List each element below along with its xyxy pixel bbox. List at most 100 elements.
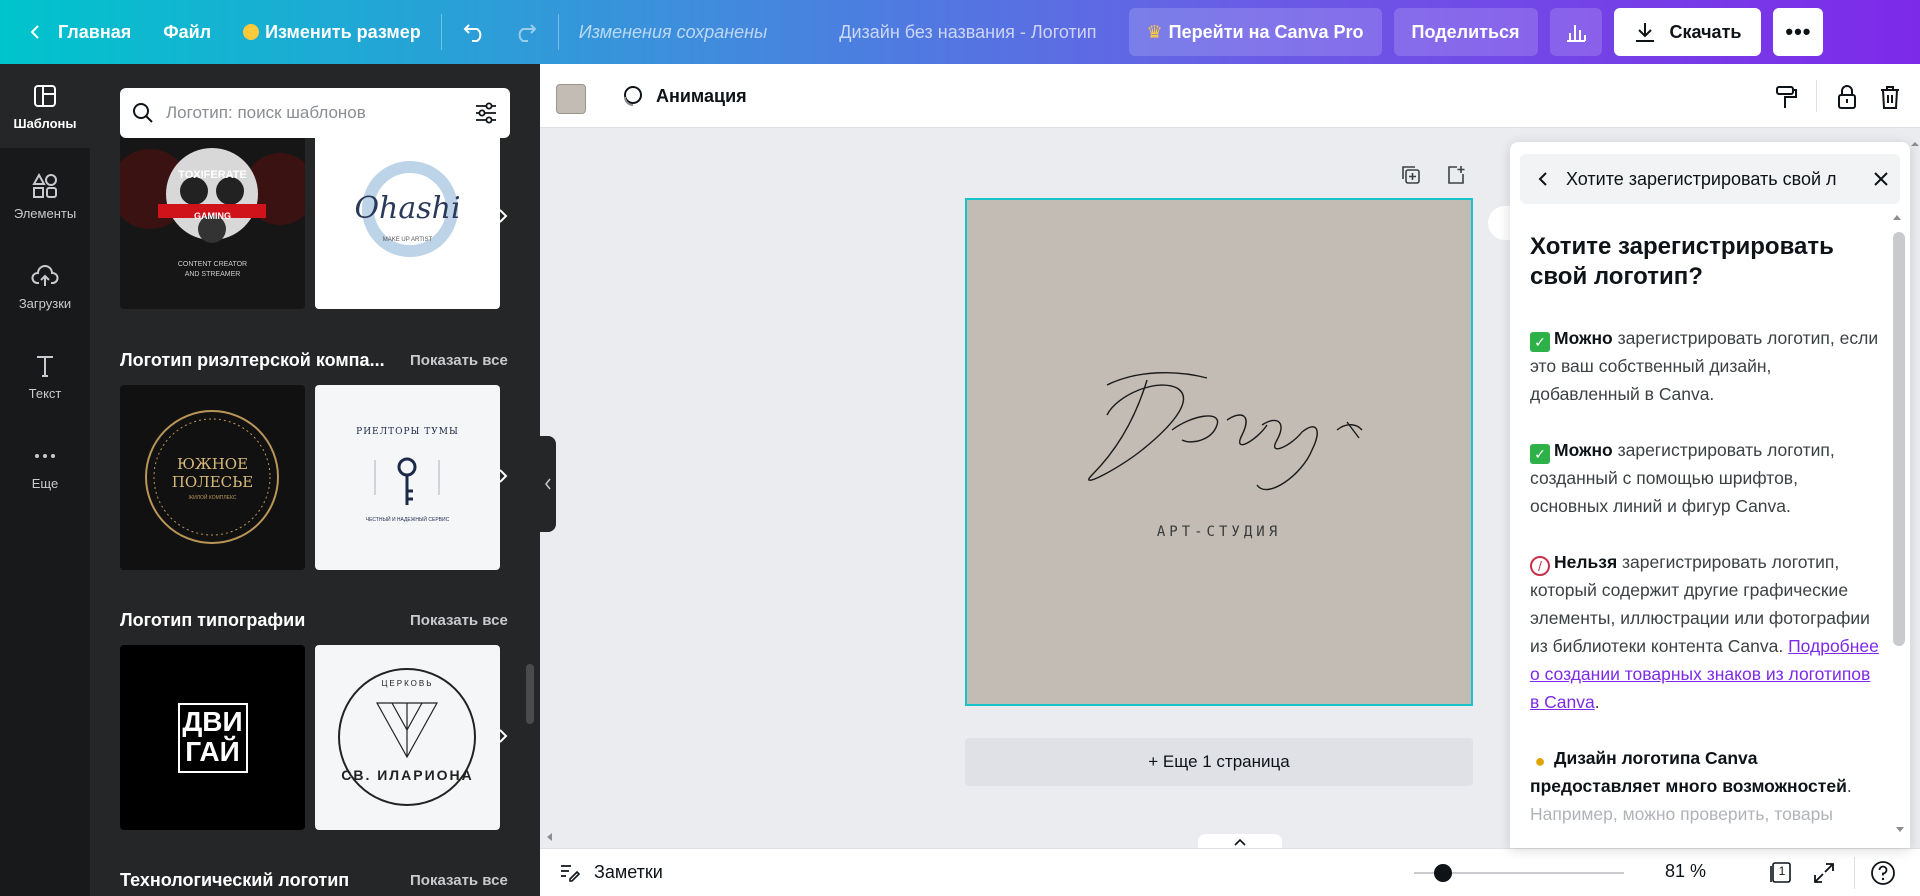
divider bbox=[1854, 857, 1855, 889]
comment-bubble-button[interactable] bbox=[1488, 206, 1510, 240]
close-icon[interactable] bbox=[1872, 170, 1890, 188]
add-page-button[interactable]: + Еще 1 страница bbox=[965, 738, 1473, 786]
show-all-link[interactable]: Показать все bbox=[410, 872, 508, 889]
thumb-text: ЦЕРКОВЬ bbox=[381, 679, 434, 688]
collapse-panel-button[interactable] bbox=[540, 436, 556, 532]
section-title: Логотип риэлтерской компа... bbox=[120, 350, 385, 370]
insights-button[interactable] bbox=[1549, 8, 1602, 56]
add-page-label: + Еще 1 страница bbox=[1148, 752, 1290, 771]
resize-button[interactable]: Изменить размер bbox=[231, 8, 433, 56]
chevron-right-icon[interactable] bbox=[495, 468, 511, 484]
help-bold: Можно bbox=[1554, 440, 1613, 460]
help-panel: Хотите зарегистрировать свой л Хотите за… bbox=[1510, 142, 1910, 848]
church-logo bbox=[338, 668, 476, 806]
animation-label: Анимация bbox=[656, 85, 747, 106]
help-scrollbar-thumb[interactable] bbox=[1893, 232, 1905, 646]
chevron-left-icon bbox=[30, 25, 39, 39]
notes-button[interactable]: Заметки bbox=[558, 861, 663, 883]
show-all-link[interactable]: Показать все bbox=[410, 352, 508, 369]
thumb-text: ЮЖНОЕ bbox=[176, 455, 249, 473]
help-paragraph: ✓ Можно зарегистрировать логотип, если эт… bbox=[1530, 324, 1880, 408]
templates-panel: TOXIFERATE GAMING CONTENT CREATOR AND ST… bbox=[90, 64, 540, 896]
scroll-up-icon bbox=[1893, 215, 1901, 220]
animation-icon bbox=[624, 86, 642, 106]
background-color-swatch[interactable] bbox=[556, 84, 586, 114]
thumb-text: MAKE UP ARTIST bbox=[382, 237, 433, 243]
back-arrow-icon[interactable] bbox=[1536, 171, 1552, 187]
template-thumb-church[interactable]: ЦЕРКОВЬ СВ. ИЛАРИОНА bbox=[315, 645, 500, 830]
help-icon[interactable] bbox=[1870, 860, 1896, 886]
help-text: . bbox=[1594, 692, 1600, 712]
add-page-icon[interactable] bbox=[1445, 164, 1467, 186]
animation-button[interactable]: Анимация bbox=[620, 84, 747, 108]
rail-item-more[interactable]: Еще bbox=[0, 424, 90, 508]
save-status: Изменения сохранены bbox=[578, 21, 768, 42]
share-button[interactable]: Поделиться bbox=[1393, 8, 1538, 56]
duplicate-page-icon[interactable] bbox=[1400, 164, 1422, 186]
panel-scrollbar[interactable] bbox=[526, 664, 534, 724]
rail-label: Элементы bbox=[13, 205, 77, 221]
scroll-left-icon[interactable] bbox=[545, 832, 555, 842]
thumb-text: AND STREAMER bbox=[184, 271, 241, 278]
help-text: Например, можно проверить, товары bbox=[1530, 804, 1833, 824]
template-thumb-toxiferate[interactable]: TOXIFERATE GAMING CONTENT CREATOR AND ST… bbox=[120, 109, 305, 309]
template-thumb-tumy[interactable]: РИЕЛТОРЫ ТУМЫ ЧЕСТНЫЙ И НАДЕЖНЫЙ СЕРВИС bbox=[315, 385, 500, 570]
design-page[interactable]: АРТ-СТУДИЯ bbox=[965, 198, 1473, 706]
rail-item-templates[interactable]: Шаблоны bbox=[0, 64, 90, 148]
template-thumb-ohashi[interactable]: Ohashi MAKE UP ARTIST bbox=[315, 109, 500, 309]
template-thumb-polesye[interactable]: ЮЖНОЕ ПОЛЕСЬЕ ЖИЛОЙ КОМПЛЕКС bbox=[120, 385, 305, 570]
thumb-text: GAMING bbox=[194, 211, 231, 221]
document-title[interactable]: Дизайн без названия - Логотип bbox=[827, 22, 1108, 43]
more-dots-icon: ••• bbox=[1785, 19, 1812, 44]
home-button[interactable]: Главная bbox=[16, 8, 143, 56]
help-bold: Нельзя bbox=[1554, 552, 1618, 572]
uploads-icon bbox=[31, 264, 59, 286]
chevron-left-icon bbox=[545, 478, 551, 490]
rail-item-uploads[interactable]: Загрузки bbox=[0, 244, 90, 328]
more-options-button[interactable]: ••• bbox=[1773, 8, 1824, 56]
show-all-link[interactable]: Показать все bbox=[410, 612, 508, 629]
thumb-text: ДВИ bbox=[182, 706, 243, 737]
page-count-button[interactable]: 1 bbox=[1768, 859, 1794, 885]
notes-icon bbox=[561, 865, 580, 882]
canvas-scroll-up[interactable] bbox=[1910, 136, 1920, 146]
thumb-text: ПОЛЕСЬЕ bbox=[171, 473, 254, 491]
rail-label: Загрузки bbox=[18, 295, 72, 311]
rail-label: Шаблоны bbox=[13, 115, 77, 131]
filter-icon[interactable] bbox=[474, 102, 498, 124]
help-article: Хотите зарегистрировать свой логотип? ✓ М… bbox=[1530, 232, 1880, 848]
template-search-box[interactable]: Логотип: поиск шаблонов bbox=[120, 88, 510, 138]
thumb-text: РИЕЛТОРЫ ТУМЫ bbox=[356, 427, 459, 437]
canva-pro-button[interactable]: ♛ Перейти на Canva Pro bbox=[1128, 8, 1382, 56]
section-title: Логотип типографии bbox=[120, 610, 306, 630]
search-input[interactable]: Логотип: поиск шаблонов bbox=[166, 103, 474, 123]
chevron-right-icon[interactable] bbox=[495, 208, 511, 224]
scroll-down-icon[interactable] bbox=[1893, 824, 1907, 836]
template-thumb-dvigai[interactable]: ДВИ ГАЙ bbox=[120, 645, 305, 830]
lock-icon[interactable] bbox=[1834, 84, 1860, 110]
trash-icon[interactable] bbox=[1877, 84, 1903, 110]
help-text: . bbox=[1846, 776, 1852, 796]
download-label: Скачать bbox=[1669, 21, 1742, 42]
divider bbox=[1816, 80, 1817, 112]
zoom-level[interactable]: 81 % bbox=[1665, 861, 1706, 882]
download-icon bbox=[1635, 23, 1654, 42]
undo-button[interactable] bbox=[450, 8, 500, 56]
help-paragraph: / Нельзя зарегистрировать логотип, которы… bbox=[1530, 548, 1880, 716]
fullscreen-icon[interactable] bbox=[1812, 861, 1836, 885]
resize-label: Изменить размер bbox=[265, 21, 421, 42]
download-button[interactable]: Скачать bbox=[1613, 8, 1762, 56]
rail-item-text[interactable]: Текст bbox=[0, 334, 90, 418]
redo-icon bbox=[518, 24, 537, 42]
file-menu-button[interactable]: Файл bbox=[151, 8, 223, 56]
help-bold: Дизайн логотипа Canva предоставляет мног… bbox=[1530, 748, 1847, 796]
undo-icon bbox=[463, 24, 482, 42]
section-title: Технологический логотип bbox=[120, 870, 350, 890]
paint-format-icon[interactable] bbox=[1773, 84, 1799, 110]
redo-button[interactable] bbox=[500, 8, 550, 56]
canva-pro-label: Перейти на Canva Pro bbox=[1168, 21, 1364, 42]
zoom-slider-thumb[interactable] bbox=[1434, 864, 1452, 882]
chevron-right-icon[interactable] bbox=[495, 728, 511, 744]
rail-item-elements[interactable]: Элементы bbox=[0, 154, 90, 238]
search-icon bbox=[133, 103, 153, 123]
